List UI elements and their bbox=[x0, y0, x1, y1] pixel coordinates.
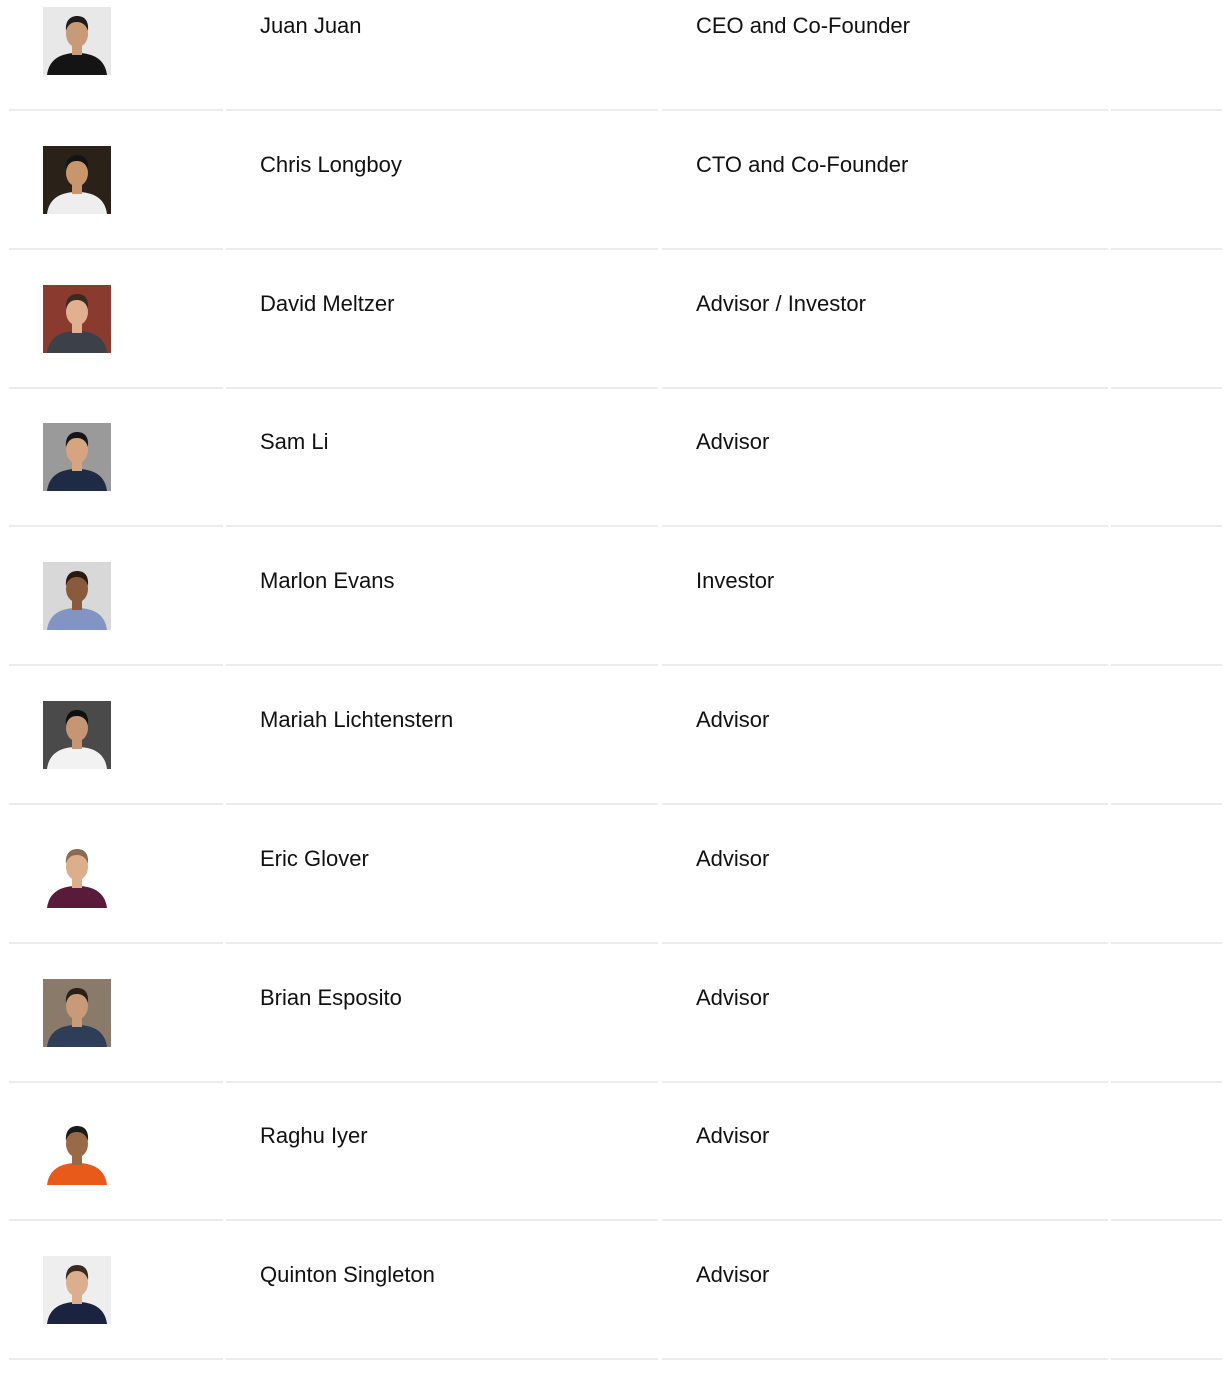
table-row: Raghu Iyer Advisor bbox=[0, 1110, 1229, 1249]
member-role: Advisor / Investor bbox=[696, 290, 866, 316]
role-cell: CTO and Co-Founder bbox=[662, 139, 1108, 250]
member-role: CEO and Co-Founder bbox=[696, 13, 910, 38]
member-name: Marlon Evans bbox=[260, 568, 395, 594]
avatar bbox=[43, 1117, 111, 1186]
member-role: CTO and Co-Founder bbox=[696, 151, 909, 177]
role-cell: Advisor bbox=[662, 972, 1108, 1083]
team-table: Juan Juan CEO and Co-Founder Chris Longboy… bbox=[0, 0, 1229, 1388]
photo-cell bbox=[9, 416, 223, 528]
name-cell: Marlon Evans bbox=[226, 555, 658, 667]
avatar bbox=[43, 423, 111, 492]
member-role: Advisor bbox=[696, 1123, 770, 1149]
role-cell: Investor bbox=[662, 555, 1108, 667]
avatar bbox=[43, 700, 111, 769]
role-cell: Advisor bbox=[662, 416, 1108, 528]
member-name: Brian Esposito bbox=[260, 984, 402, 1010]
photo-cell bbox=[9, 833, 223, 944]
member-name: David Meltzer bbox=[260, 290, 395, 316]
table-row: Brian Esposito Advisor bbox=[0, 972, 1229, 1111]
photo-cell bbox=[9, 0, 223, 111]
avatar bbox=[43, 284, 111, 353]
empty-cell bbox=[1111, 1110, 1222, 1222]
empty-cell bbox=[1111, 416, 1222, 528]
role-cell: Advisor bbox=[662, 1110, 1108, 1222]
empty-cell bbox=[1111, 1249, 1222, 1361]
member-name: Juan Juan bbox=[260, 13, 362, 38]
avatar bbox=[43, 1256, 111, 1325]
table-row: David Meltzer Advisor / Investor bbox=[0, 278, 1229, 417]
name-cell: Brian Esposito bbox=[226, 972, 658, 1083]
role-cell: Advisor / Investor bbox=[662, 278, 1108, 389]
table-row: Juan Juan CEO and Co-Founder bbox=[0, 0, 1229, 139]
member-name: Mariah Lichtenstern bbox=[260, 706, 454, 732]
table-row: Mariah Lichtenstern Advisor bbox=[0, 694, 1229, 833]
role-cell: Advisor bbox=[662, 694, 1108, 805]
photo-cell bbox=[9, 1249, 223, 1361]
name-cell: Chris Longboy bbox=[226, 139, 658, 250]
table-row: Marlon Evans Investor bbox=[0, 555, 1229, 694]
photo-cell bbox=[9, 555, 223, 667]
empty-cell bbox=[1111, 694, 1222, 805]
role-cell: Advisor bbox=[662, 1249, 1108, 1361]
name-cell: Eric Glover bbox=[226, 833, 658, 944]
avatar bbox=[43, 145, 111, 214]
name-cell: Raghu Iyer bbox=[226, 1110, 658, 1222]
member-name: Chris Longboy bbox=[260, 151, 402, 177]
role-cell: Advisor bbox=[662, 833, 1108, 944]
role-cell: CEO and Co-Founder bbox=[662, 0, 1108, 111]
empty-cell bbox=[1111, 972, 1222, 1083]
name-cell: Quinton Singleton bbox=[226, 1249, 658, 1361]
name-cell: Sam Li bbox=[226, 416, 658, 528]
empty-cell bbox=[1111, 139, 1222, 250]
empty-cell bbox=[1111, 278, 1222, 389]
member-role: Advisor bbox=[696, 845, 770, 871]
member-role: Advisor bbox=[696, 429, 770, 455]
photo-cell bbox=[9, 972, 223, 1083]
photo-cell bbox=[9, 278, 223, 389]
name-cell: Juan Juan bbox=[226, 0, 658, 111]
member-name: Eric Glover bbox=[260, 845, 369, 871]
empty-cell bbox=[1111, 0, 1222, 111]
avatar bbox=[43, 562, 111, 631]
member-name: Sam Li bbox=[260, 429, 329, 455]
avatar bbox=[43, 7, 111, 75]
table-row: Chris Longboy CTO and Co-Founder bbox=[0, 139, 1229, 278]
name-cell: Mariah Lichtenstern bbox=[226, 694, 658, 805]
table-row: Sam Li Advisor bbox=[0, 416, 1229, 555]
member-role: Advisor bbox=[696, 1262, 770, 1288]
table-row: Quinton Singleton Advisor bbox=[0, 1249, 1229, 1388]
name-cell: David Meltzer bbox=[226, 278, 658, 389]
empty-cell bbox=[1111, 833, 1222, 944]
table-row: Eric Glover Advisor bbox=[0, 833, 1229, 972]
member-role: Advisor bbox=[696, 706, 770, 732]
photo-cell bbox=[9, 1110, 223, 1222]
empty-cell bbox=[1111, 555, 1222, 667]
member-role: Investor bbox=[696, 568, 775, 594]
member-role: Advisor bbox=[696, 984, 770, 1010]
member-name: Raghu Iyer bbox=[260, 1123, 368, 1149]
member-name: Quinton Singleton bbox=[260, 1262, 435, 1288]
avatar bbox=[43, 978, 111, 1047]
photo-cell bbox=[9, 694, 223, 805]
photo-cell bbox=[9, 139, 223, 250]
avatar bbox=[43, 839, 111, 908]
